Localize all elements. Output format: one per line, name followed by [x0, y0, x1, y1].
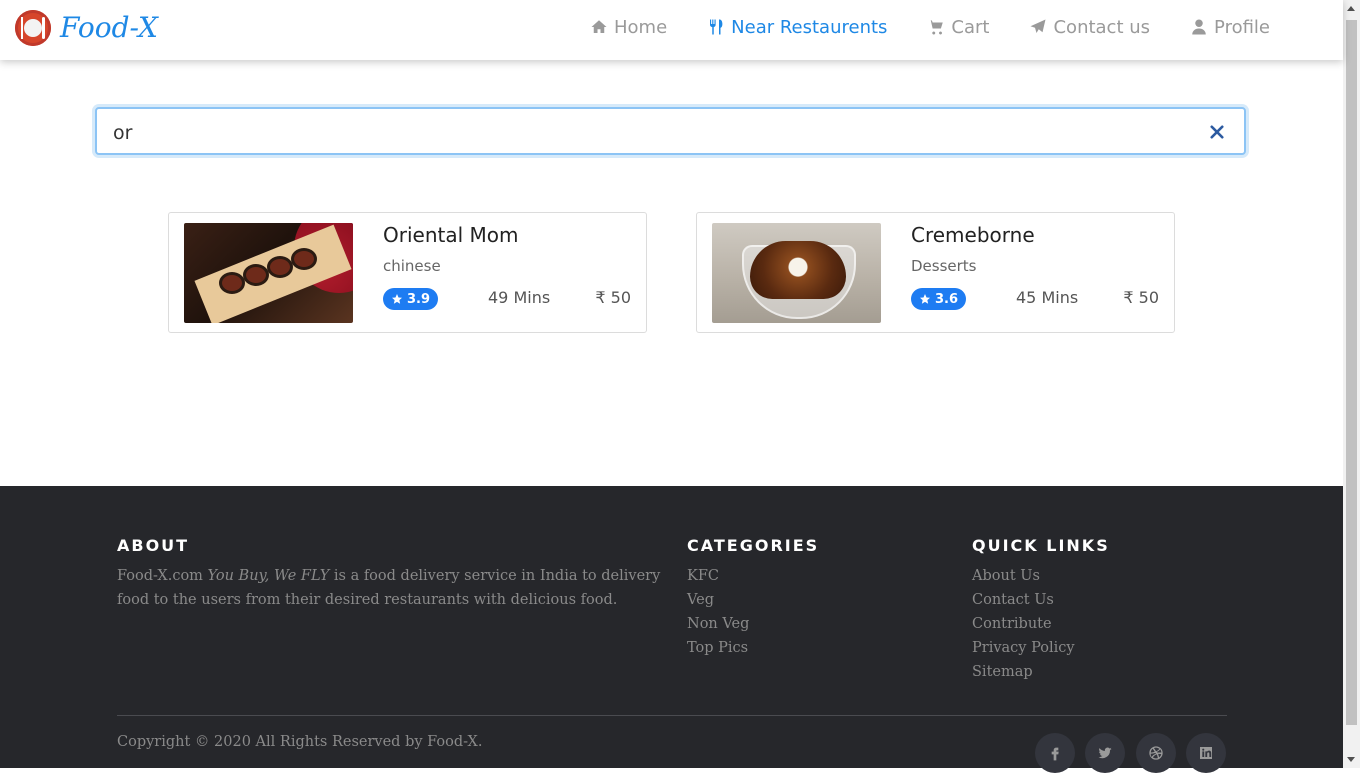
rating-value: 3.6	[934, 291, 959, 307]
nav-profile[interactable]: Profile	[1190, 14, 1270, 40]
nav-profile-label: Profile	[1214, 16, 1270, 38]
search-box	[95, 107, 1246, 155]
twitter-icon	[1098, 747, 1112, 759]
delivery-time: 49 Mins	[488, 288, 551, 307]
scroll-up-arrow-icon[interactable]	[1347, 6, 1355, 11]
facebook-icon	[1051, 747, 1059, 761]
star-icon	[919, 294, 930, 304]
footer-category-link[interactable]: Veg	[687, 588, 749, 612]
footer-quick-link[interactable]: About Us	[972, 564, 1075, 588]
footer-categories-list: KFC Veg Non Veg Top Pics	[687, 564, 749, 660]
search-input[interactable]	[111, 119, 1195, 147]
dribbble-button[interactable]	[1136, 733, 1176, 773]
nav-near-restaurents[interactable]: Near Restaurents	[707, 14, 887, 40]
nav-contact-label: Contact us	[1053, 16, 1151, 38]
brand[interactable]: Food-X	[15, 10, 158, 46]
footer-category-link[interactable]: KFC	[687, 564, 749, 588]
restaurant-name[interactable]: Oriental Mom	[383, 223, 519, 247]
footer-about-text: Food-X.com You Buy, We FLY is a food del…	[117, 564, 662, 612]
brand-name: Food-X	[60, 11, 158, 44]
restaurant-cuisine: chinese	[383, 257, 441, 275]
footer-quick-link[interactable]: Contact Us	[972, 588, 1075, 612]
navbar: Food-X Home Near Restaurents Cart Contac…	[0, 0, 1343, 60]
footer-quick-link[interactable]: Contribute	[972, 612, 1075, 636]
nav-cart-label: Cart	[951, 16, 990, 38]
footer-divider	[117, 715, 1227, 716]
rating-badge: 3.6	[911, 288, 966, 310]
facebook-button[interactable]	[1035, 733, 1075, 773]
nav-near-restaurents-label: Near Restaurents	[731, 16, 888, 38]
star-icon	[391, 294, 402, 304]
footer-copyright: Copyright © 2020 All Rights Reserved by …	[117, 734, 483, 750]
restaurant-card[interactable]: Cremeborne Desserts 3.6 45 Mins ₹ 50	[696, 212, 1175, 333]
home-icon	[591, 20, 607, 33]
twitter-button[interactable]	[1085, 733, 1125, 773]
paper-plane-icon	[1030, 19, 1046, 33]
restaurant-name[interactable]: Cremeborne	[911, 223, 1035, 247]
footer-category-link[interactable]: Non Veg	[687, 612, 749, 636]
footer-quick-links-title: QUICK LINKS	[972, 536, 1110, 555]
logo-icon	[15, 10, 51, 46]
scrollbar[interactable]	[1343, 0, 1360, 768]
linkedin-button[interactable]	[1186, 733, 1226, 773]
user-icon	[1192, 19, 1206, 35]
footer-quick-links-list: About Us Contact Us Contribute Privacy P…	[972, 564, 1075, 684]
cart-icon	[928, 20, 944, 35]
dribbble-icon	[1149, 746, 1163, 760]
footer-quick-link[interactable]: Sitemap	[972, 660, 1075, 684]
main-nav: Home Near Restaurents Cart Contact us Pr…	[590, 14, 1270, 40]
restaurant-image	[712, 223, 881, 323]
delivery-time: 45 Mins	[1016, 288, 1079, 307]
price: ₹ 50	[595, 288, 631, 307]
cutlery-icon	[710, 19, 723, 35]
restaurant-card[interactable]: Oriental Mom chinese 3.9 49 Mins ₹ 50	[168, 212, 647, 333]
linkedin-icon	[1200, 747, 1212, 759]
scroll-down-arrow-icon[interactable]	[1347, 757, 1355, 762]
nav-cart[interactable]: Cart	[927, 14, 989, 40]
footer-about-title: ABOUT	[117, 536, 190, 555]
about-text-slogan: You Buy, We FLY	[207, 568, 330, 584]
scrollbar-thumb[interactable]	[1346, 20, 1357, 725]
nav-home[interactable]: Home	[590, 14, 667, 40]
footer-quick-link[interactable]: Privacy Policy	[972, 636, 1075, 660]
nav-contact[interactable]: Contact us	[1029, 14, 1150, 40]
restaurant-image	[184, 223, 353, 323]
about-text-prefix: Food-X.com	[117, 568, 208, 584]
nav-home-label: Home	[614, 16, 668, 38]
rating-value: 3.9	[406, 291, 431, 307]
footer: ABOUT Food-X.com You Buy, We FLY is a fo…	[0, 486, 1343, 773]
footer-category-link[interactable]: Top Pics	[687, 636, 749, 660]
footer-categories-title: CATEGORIES	[687, 536, 820, 555]
restaurant-cuisine: Desserts	[911, 257, 977, 275]
price: ₹ 50	[1123, 288, 1159, 307]
rating-badge: 3.9	[383, 288, 438, 310]
close-icon[interactable]	[1208, 123, 1226, 141]
